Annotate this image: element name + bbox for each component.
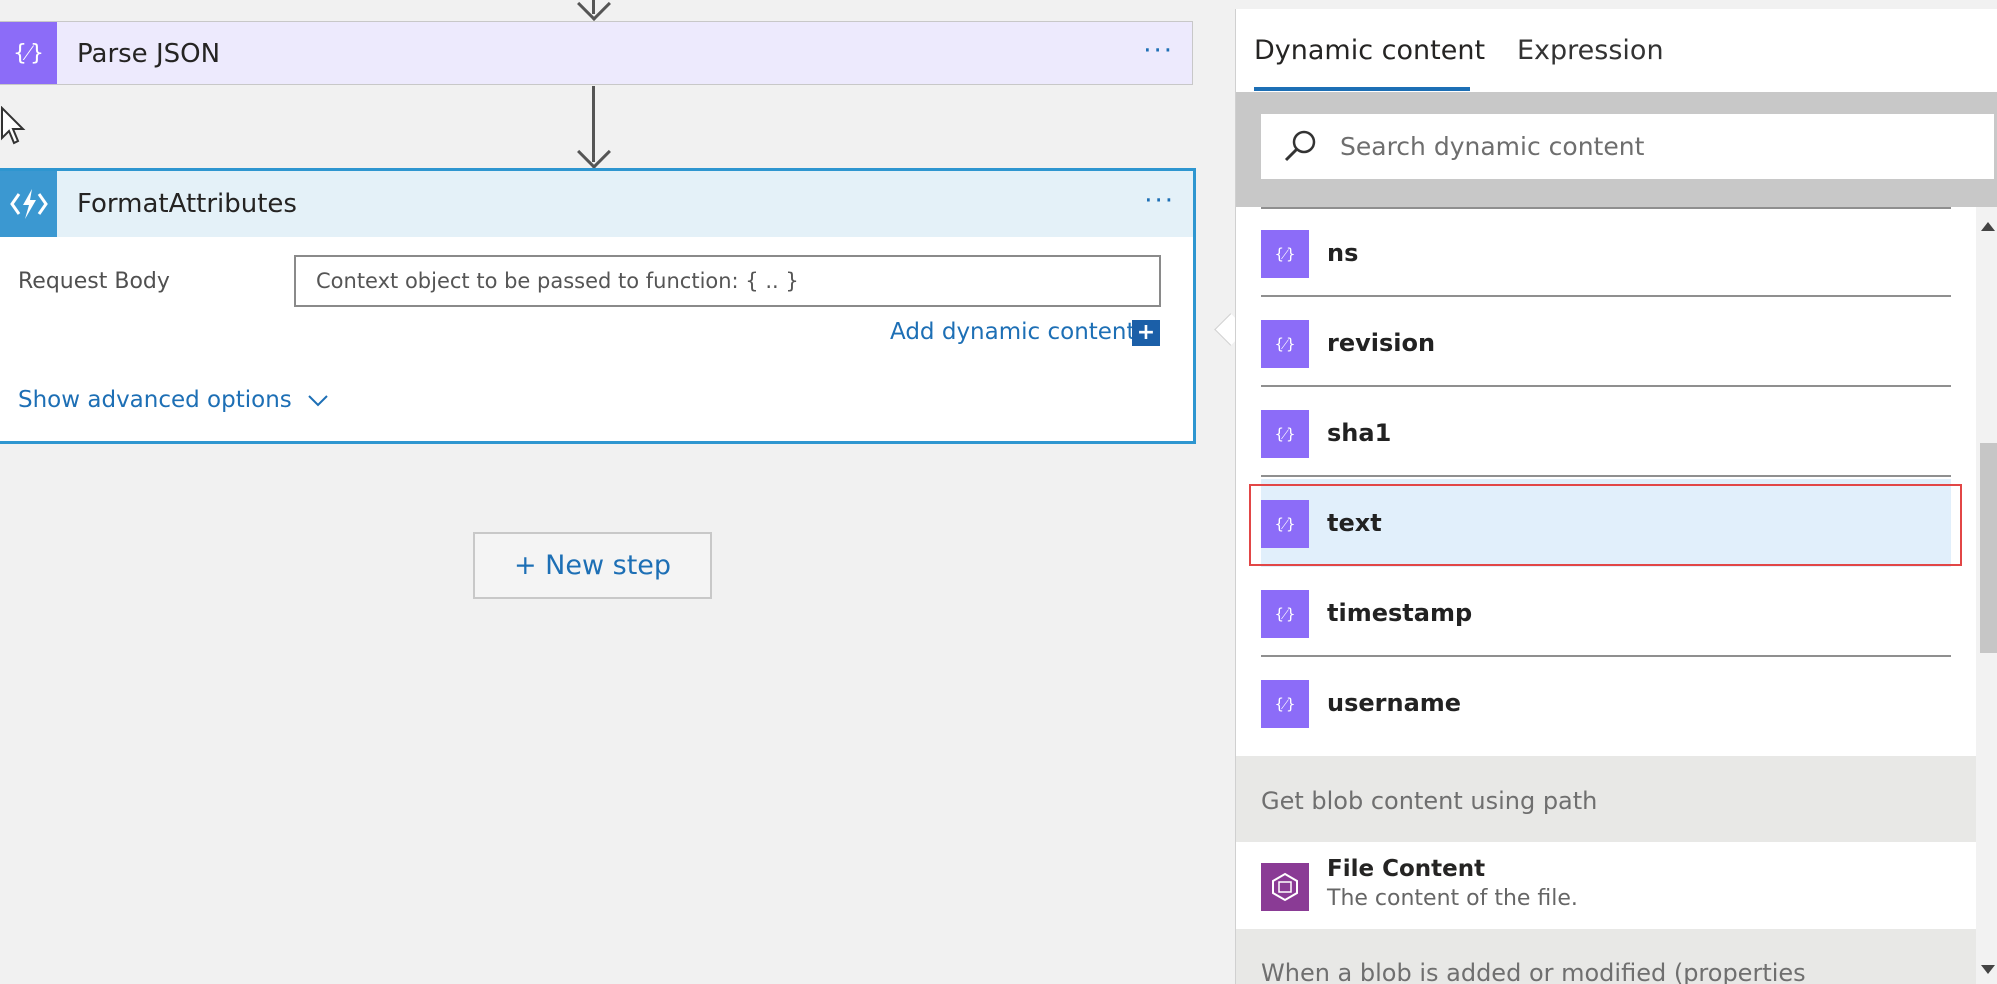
- list-item-label: username: [1327, 689, 1462, 717]
- braces-icon: {⁄}: [1261, 500, 1309, 548]
- format-attributes-header[interactable]: FormatAttributes ···: [0, 171, 1193, 237]
- request-body-input[interactable]: Context object to be passed to function:…: [294, 255, 1161, 307]
- list-item-label: sha1: [1327, 419, 1392, 447]
- section-title: When a blob is added or modified (proper…: [1261, 959, 1806, 984]
- search-placeholder: Search dynamic content: [1340, 132, 1645, 161]
- tab-dynamic-content[interactable]: Dynamic content: [1254, 35, 1485, 66]
- list-item-label: text: [1327, 509, 1382, 537]
- list-item-label: timestamp: [1327, 599, 1473, 627]
- dynamic-content-panel: Dynamic content Expression Search dynami…: [1235, 9, 1997, 984]
- lightning-function-icon: [0, 171, 57, 237]
- list-item-timestamp[interactable]: {⁄} timestamp: [1261, 569, 1951, 657]
- scroll-down-arrow-icon[interactable]: [1981, 965, 1995, 974]
- connector-top-arrowhead: [577, 0, 611, 21]
- list-item-label: ns: [1327, 239, 1359, 267]
- parse-json-more-button[interactable]: ···: [1143, 36, 1174, 66]
- list-item-sha1[interactable]: {⁄} sha1: [1261, 389, 1951, 477]
- show-advanced-options-label: Show advanced options: [18, 387, 292, 413]
- scroll-up-arrow-icon[interactable]: [1981, 222, 1995, 231]
- section-title: Get blob content using path: [1261, 787, 1598, 815]
- list-item-label: revision: [1327, 329, 1436, 357]
- active-tab-indicator: [1254, 87, 1470, 91]
- panel-tabs: Dynamic content Expression: [1236, 9, 1997, 93]
- braces-icon: {⁄}: [1261, 230, 1309, 278]
- list-item-username[interactable]: {⁄} username: [1261, 659, 1951, 747]
- add-dynamic-content-link[interactable]: Add dynamic content: [890, 319, 1136, 345]
- format-attributes-more-button[interactable]: ···: [1144, 186, 1175, 216]
- braces-icon: {⁄}: [1261, 320, 1309, 368]
- braces-icon: {⁄}: [1261, 410, 1309, 458]
- search-area: Search dynamic content: [1236, 92, 1997, 207]
- add-dynamic-content-plus-icon[interactable]: +: [1132, 320, 1160, 346]
- file-content-description: The content of the file.: [1327, 886, 1578, 911]
- connector-middle-arrowhead: [577, 135, 611, 169]
- chevron-down-icon: [308, 394, 328, 406]
- file-content-title: File Content: [1327, 856, 1486, 882]
- blob-storage-icon: [1261, 863, 1309, 911]
- panel-scrollbar[interactable]: [1976, 207, 1997, 984]
- section-get-blob-content: Get blob content using path: [1236, 756, 1976, 842]
- search-icon: [1284, 130, 1316, 162]
- list-item-text[interactable]: {⁄} text: [1261, 479, 1951, 567]
- braces-icon: {⁄}: [1261, 680, 1309, 728]
- search-input[interactable]: Search dynamic content: [1261, 114, 1994, 179]
- request-body-label: Request Body: [18, 269, 170, 294]
- list-item-revision[interactable]: {⁄} revision: [1261, 299, 1951, 387]
- braces-icon: {⁄}: [1261, 590, 1309, 638]
- format-attributes-title: FormatAttributes: [77, 189, 297, 219]
- parse-json-card[interactable]: {⁄} Parse JSON ···: [0, 21, 1193, 85]
- parse-json-title: Parse JSON: [77, 39, 221, 69]
- mouse-cursor-icon: [0, 106, 26, 145]
- show-advanced-options-link[interactable]: Show advanced options: [18, 387, 329, 413]
- scroll-thumb[interactable]: [1980, 443, 1997, 653]
- section-blob-added-or-modified: When a blob is added or modified (proper…: [1236, 929, 1976, 984]
- tab-expression[interactable]: Expression: [1517, 35, 1664, 66]
- braces-icon: {⁄}: [0, 22, 57, 84]
- dynamic-content-list: {⁄} ns {⁄} revision {⁄} sha1 {⁄} text {⁄…: [1236, 207, 1976, 984]
- list-item-file-content[interactable]: File Content The content of the file.: [1236, 842, 1976, 929]
- format-attributes-card: FormatAttributes ··· Request Body Contex…: [0, 168, 1196, 444]
- new-step-button[interactable]: + New step: [473, 532, 712, 599]
- list-item-ns[interactable]: {⁄} ns: [1261, 209, 1951, 297]
